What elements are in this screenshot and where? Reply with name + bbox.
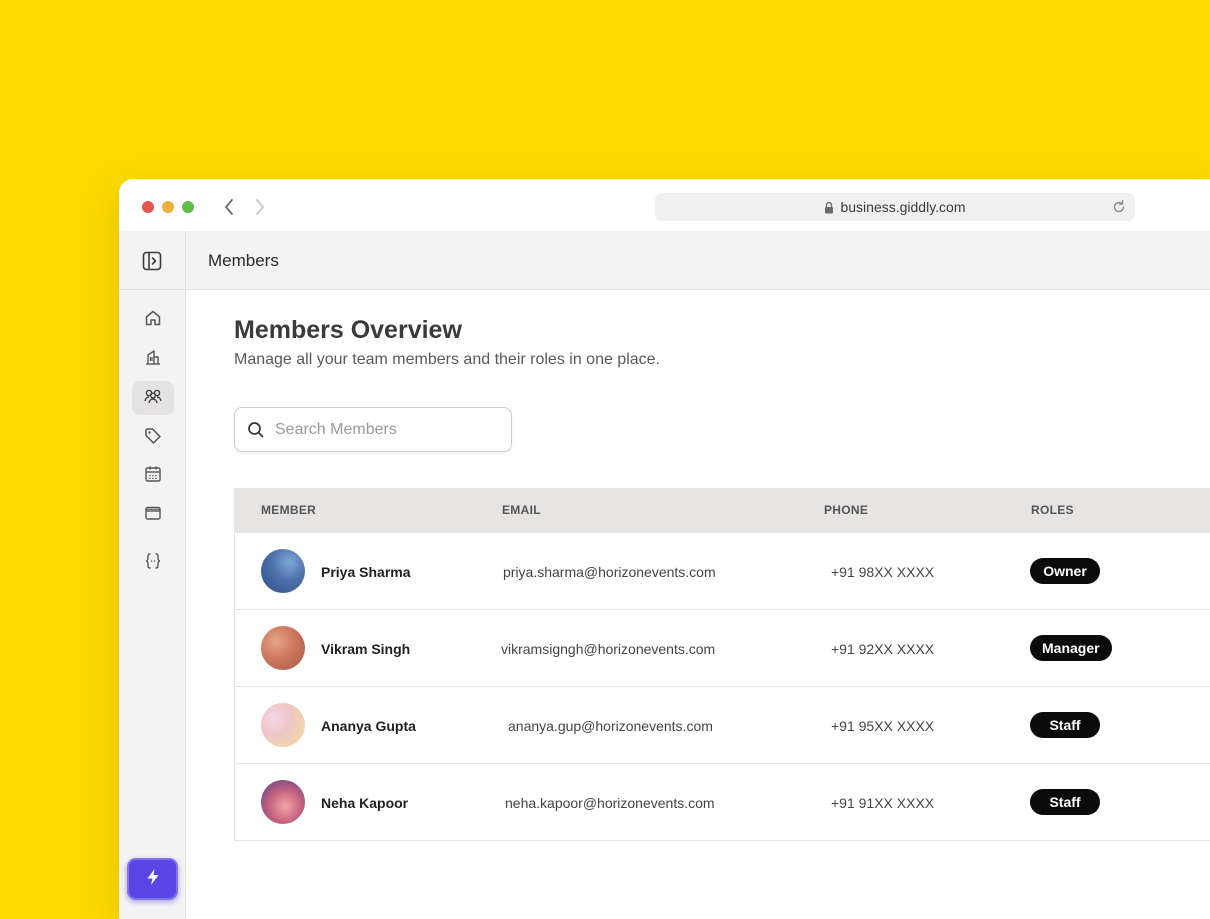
member-phone: +91 92XX XXXX bbox=[831, 641, 935, 657]
main-content: Members Overview Manage all your team me… bbox=[186, 290, 1210, 919]
home-icon bbox=[144, 309, 162, 332]
reload-icon[interactable] bbox=[1111, 199, 1127, 215]
member-email: ananya.gup@horizonevents.com bbox=[508, 718, 713, 734]
column-header-email[interactable]: EMAIL bbox=[502, 503, 541, 517]
sidebar-item-members[interactable] bbox=[132, 381, 174, 415]
sidebar-item-tags[interactable] bbox=[132, 421, 174, 455]
column-header-roles[interactable]: ROLES bbox=[1031, 503, 1074, 517]
tag-icon bbox=[144, 427, 162, 450]
table-row[interactable]: Vikram Singh vikramsigngh@horizonevents.… bbox=[235, 610, 1210, 687]
back-arrow-icon[interactable] bbox=[219, 196, 239, 218]
role-badge[interactable]: Staff bbox=[1030, 789, 1100, 815]
role-badge[interactable]: Staff bbox=[1030, 712, 1100, 738]
lock-icon bbox=[824, 201, 834, 214]
bolt-icon bbox=[145, 868, 161, 891]
member-name: Ananya Gupta bbox=[321, 718, 416, 734]
role-badge[interactable]: Manager bbox=[1030, 635, 1112, 661]
table-row[interactable]: Priya Sharma priya.sharma@horizonevents.… bbox=[235, 533, 1210, 610]
avatar bbox=[261, 549, 305, 593]
member-email: priya.sharma@horizonevents.com bbox=[503, 564, 716, 580]
building-icon bbox=[144, 348, 162, 371]
braces-icon bbox=[143, 552, 163, 575]
role-badge[interactable]: Owner bbox=[1030, 558, 1100, 584]
browser-toolbar: business.giddly.com bbox=[119, 179, 1210, 231]
member-name: Priya Sharma bbox=[321, 564, 411, 580]
forward-arrow-icon[interactable] bbox=[250, 196, 270, 218]
search-icon bbox=[247, 421, 265, 439]
column-header-member[interactable]: MEMBER bbox=[261, 503, 316, 517]
sidebar-item-integrations[interactable] bbox=[132, 546, 174, 580]
sidebar-item-business[interactable] bbox=[132, 342, 174, 376]
member-phone: +91 98XX XXXX bbox=[831, 564, 935, 580]
users-icon bbox=[143, 387, 163, 410]
close-window-button[interactable] bbox=[142, 201, 154, 213]
page-subtitle: Manage all your team members and their r… bbox=[234, 351, 660, 368]
avatar bbox=[261, 780, 305, 824]
member-phone: +91 95XX XXXX bbox=[831, 718, 935, 734]
table-row[interactable]: Ananya Gupta ananya.gup@horizonevents.co… bbox=[235, 687, 1210, 764]
search-input[interactable] bbox=[275, 420, 495, 439]
table-header: MEMBER EMAIL PHONE ROLES bbox=[235, 488, 1210, 533]
quick-action-button[interactable] bbox=[127, 858, 178, 900]
address-bar[interactable]: business.giddly.com bbox=[655, 193, 1135, 221]
browser-window: business.giddly.com Members Members Over… bbox=[119, 179, 1210, 919]
sidebar-toggle-icon[interactable] bbox=[139, 248, 165, 274]
search-box[interactable] bbox=[234, 407, 512, 452]
maximize-window-button[interactable] bbox=[182, 201, 194, 213]
sidebar-item-home[interactable] bbox=[132, 303, 174, 337]
member-email: vikramsigngh@horizonevents.com bbox=[501, 641, 716, 657]
calendar-icon bbox=[144, 465, 162, 488]
minimize-window-button[interactable] bbox=[162, 201, 174, 213]
member-name: Vikram Singh bbox=[321, 641, 411, 657]
member-email: neha.kapoor@horizonevents.com bbox=[505, 795, 715, 811]
sidebar-item-wallet[interactable] bbox=[132, 498, 174, 532]
member-name: Neha Kapoor bbox=[321, 795, 409, 811]
sidebar bbox=[119, 231, 186, 919]
sidebar-divider bbox=[119, 289, 186, 290]
members-table: MEMBER EMAIL PHONE ROLES Priya Sharma pr… bbox=[234, 488, 1210, 841]
avatar bbox=[261, 626, 305, 670]
avatar bbox=[261, 703, 305, 747]
column-header-phone[interactable]: PHONE bbox=[824, 503, 868, 517]
table-row[interactable]: Neha Kapoor neha.kapoor@horizonevents.co… bbox=[235, 764, 1210, 841]
page-title: Members Overview bbox=[234, 316, 462, 344]
header-title: Members bbox=[208, 251, 279, 270]
wallet-icon bbox=[144, 504, 162, 527]
url-text: business.giddly.com bbox=[840, 199, 966, 215]
app-header: Members bbox=[186, 231, 1210, 290]
member-phone: +91 91XX XXXX bbox=[831, 795, 935, 811]
sidebar-item-calendar[interactable] bbox=[132, 459, 174, 493]
